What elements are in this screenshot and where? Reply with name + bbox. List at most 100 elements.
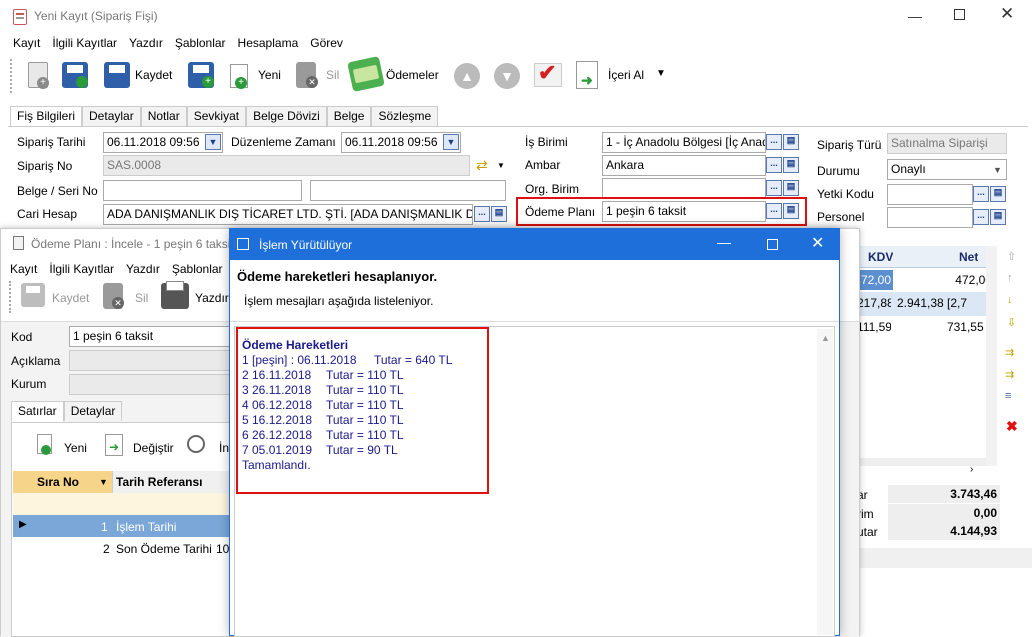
cari-detail-button[interactable]: ▤ [491,206,507,222]
chevron-down-icon[interactable]: ▼ [993,165,1002,175]
new-icon[interactable]: + [230,64,248,89]
siparis-tarihi-dropdown[interactable]: ▼ [205,134,221,150]
menu-yazdir[interactable]: Yazdır [120,262,166,276]
edit-icon[interactable]: ➜ [105,434,123,456]
menu-gorev[interactable]: Görev [304,36,349,50]
yetki-lookup-button[interactable]: ... [973,186,989,202]
delete-row-icon[interactable]: ✖ [1006,418,1018,435]
kurum-field[interactable] [69,374,237,395]
down-arrow-icon[interactable]: ▼ [494,63,520,89]
menu-kayit[interactable]: Kayıt [4,262,43,276]
new-icon[interactable] [37,434,52,455]
filter-row[interactable] [13,493,239,515]
kaydet-button[interactable]: Kaydet [135,68,172,82]
close-button[interactable]: ✕ [1000,4,1014,24]
personel-lookup-button[interactable]: ... [973,209,989,225]
insert-icon[interactable]: ⇉ [1005,346,1014,359]
belge-field[interactable] [103,180,302,201]
col-tarih-referansi[interactable]: Tarih Referansı [116,475,202,489]
kod-field[interactable]: 1 peşin 6 taksit [69,326,237,347]
save-icon[interactable] [21,283,45,307]
menu-sablonlar[interactable]: Şablonlar [166,262,229,276]
up-arrow-icon[interactable]: ▲ [454,63,480,89]
odemeler-button[interactable]: Ödemeler [386,68,439,82]
yetki-detail-button[interactable]: ▤ [990,186,1006,202]
close-button[interactable]: ✕ [811,233,824,253]
menu-kayit[interactable]: Kayıt [7,36,46,50]
yeni-button[interactable]: Yeni [258,68,281,82]
chevron-down-icon[interactable]: ▼ [656,68,666,79]
personel-field[interactable] [887,207,973,228]
menu-yazdir[interactable]: Yazdır [123,36,169,50]
sil-button[interactable]: Sil [326,68,339,82]
tab-notlar[interactable]: Notlar [140,106,187,126]
tab-belge-dovizi[interactable]: Belge Dövizi [246,106,327,126]
personel-detail-button[interactable]: ▤ [990,209,1006,225]
duzenleme-dropdown[interactable]: ▼ [443,134,459,150]
tab-sevkiyat[interactable]: Sevkiyat [186,106,247,126]
grid-vscroll[interactable] [986,246,997,466]
is-birimi-lookup-button[interactable]: ... [766,134,782,150]
minimize-button[interactable]: — [717,234,731,250]
tab-detaylar[interactable]: Detaylar [63,401,123,421]
delete-icon[interactable]: ✕ [103,283,124,309]
move-up-icon[interactable]: ↑ [1007,272,1013,284]
printer-icon[interactable] [161,281,189,309]
maximize-button[interactable] [954,9,965,20]
save-icon[interactable] [104,62,130,88]
org-birim-lookup-button[interactable]: ... [766,180,782,196]
cari-lookup-button[interactable]: ... [474,206,490,222]
move-top-icon[interactable]: ⇧ [1007,250,1016,263]
sub-in-button[interactable]: İn [219,441,229,455]
plan-sil-button[interactable]: Sil [135,291,148,305]
net-header[interactable]: Net [959,250,978,264]
horizontal-scrollbar[interactable] [857,458,997,466]
col-sira-no[interactable]: Sıra No [37,475,79,489]
menu-ilgili[interactable]: İlgili Kayıtlar [43,262,120,276]
approve-icon[interactable]: ✔ [534,60,562,87]
kdv-header[interactable]: KDV [868,250,893,264]
is-birimi-detail-button[interactable]: ▤ [783,134,799,150]
minimize-button[interactable]: — [908,8,922,24]
save-new-icon[interactable] [62,62,88,88]
new-doc-icon[interactable]: + [28,62,49,89]
menu-ilgili[interactable]: İlgili Kayıtlar [46,36,123,50]
payments-icon[interactable] [347,56,385,92]
sub-yeni-button[interactable]: Yeni [64,441,87,455]
is-birimi-field[interactable]: 1 - İç Anadolu Bölgesi [İç Anad [602,132,766,153]
tab-fis-bilgileri[interactable]: Fiş Bilgileri [10,106,83,127]
menu-hesaplama[interactable]: Hesaplama [232,36,305,50]
move-bottom-icon[interactable]: ⇩ [1007,316,1016,329]
table-row[interactable]: 217,88 2.941,38 [2,7 [857,292,997,316]
org-birim-detail-button[interactable]: ▤ [783,180,799,196]
chevron-right-icon[interactable]: › [970,464,973,475]
search-icon[interactable] [187,435,205,453]
table-row[interactable]: 111,59 731,55 [6 [857,316,997,340]
tab-belge[interactable]: Belge [326,106,372,126]
menu-sablonlar[interactable]: Şablonlar [169,36,232,50]
log-scrollbar[interactable] [817,329,833,635]
seri-no-field[interactable] [310,180,506,201]
delete-icon[interactable]: ✕ [296,62,318,88]
ambar-lookup-button[interactable]: ... [766,157,782,173]
move-down-icon[interactable]: ↓ [1007,294,1013,306]
insert-after-icon[interactable]: ⇉ [1005,368,1014,381]
tab-detaylar[interactable]: Detaylar [82,106,141,126]
swap-icon[interactable]: ⇄ [476,157,488,174]
tab-satirlar[interactable]: Satırlar [11,401,64,422]
table-row[interactable]: 72,00 472,00 [857,270,997,292]
aciklama-field[interactable] [69,350,237,371]
chevron-up-icon[interactable]: ▲ [821,333,830,343]
durumu-select[interactable]: Onaylı [887,159,1007,180]
plan-kaydet-button[interactable]: Kaydet [52,291,89,305]
maximize-button[interactable] [767,239,778,250]
iceri-al-button[interactable]: İçeri Al [608,68,644,82]
tab-sozlesme[interactable]: Sözleşme [371,106,439,126]
ambar-field[interactable]: Ankara [602,155,766,176]
save-add-icon[interactable]: + [188,62,214,88]
chevron-down-icon[interactable]: ▼ [497,161,505,170]
yetki-kodu-field[interactable] [887,184,973,205]
org-birim-field[interactable] [602,178,766,199]
cari-field[interactable]: ADA DANIŞMANLIK DIŞ TİCARET LTD. ŞTİ. [A… [103,204,473,225]
sub-degistir-button[interactable]: Değiştir [133,441,174,455]
